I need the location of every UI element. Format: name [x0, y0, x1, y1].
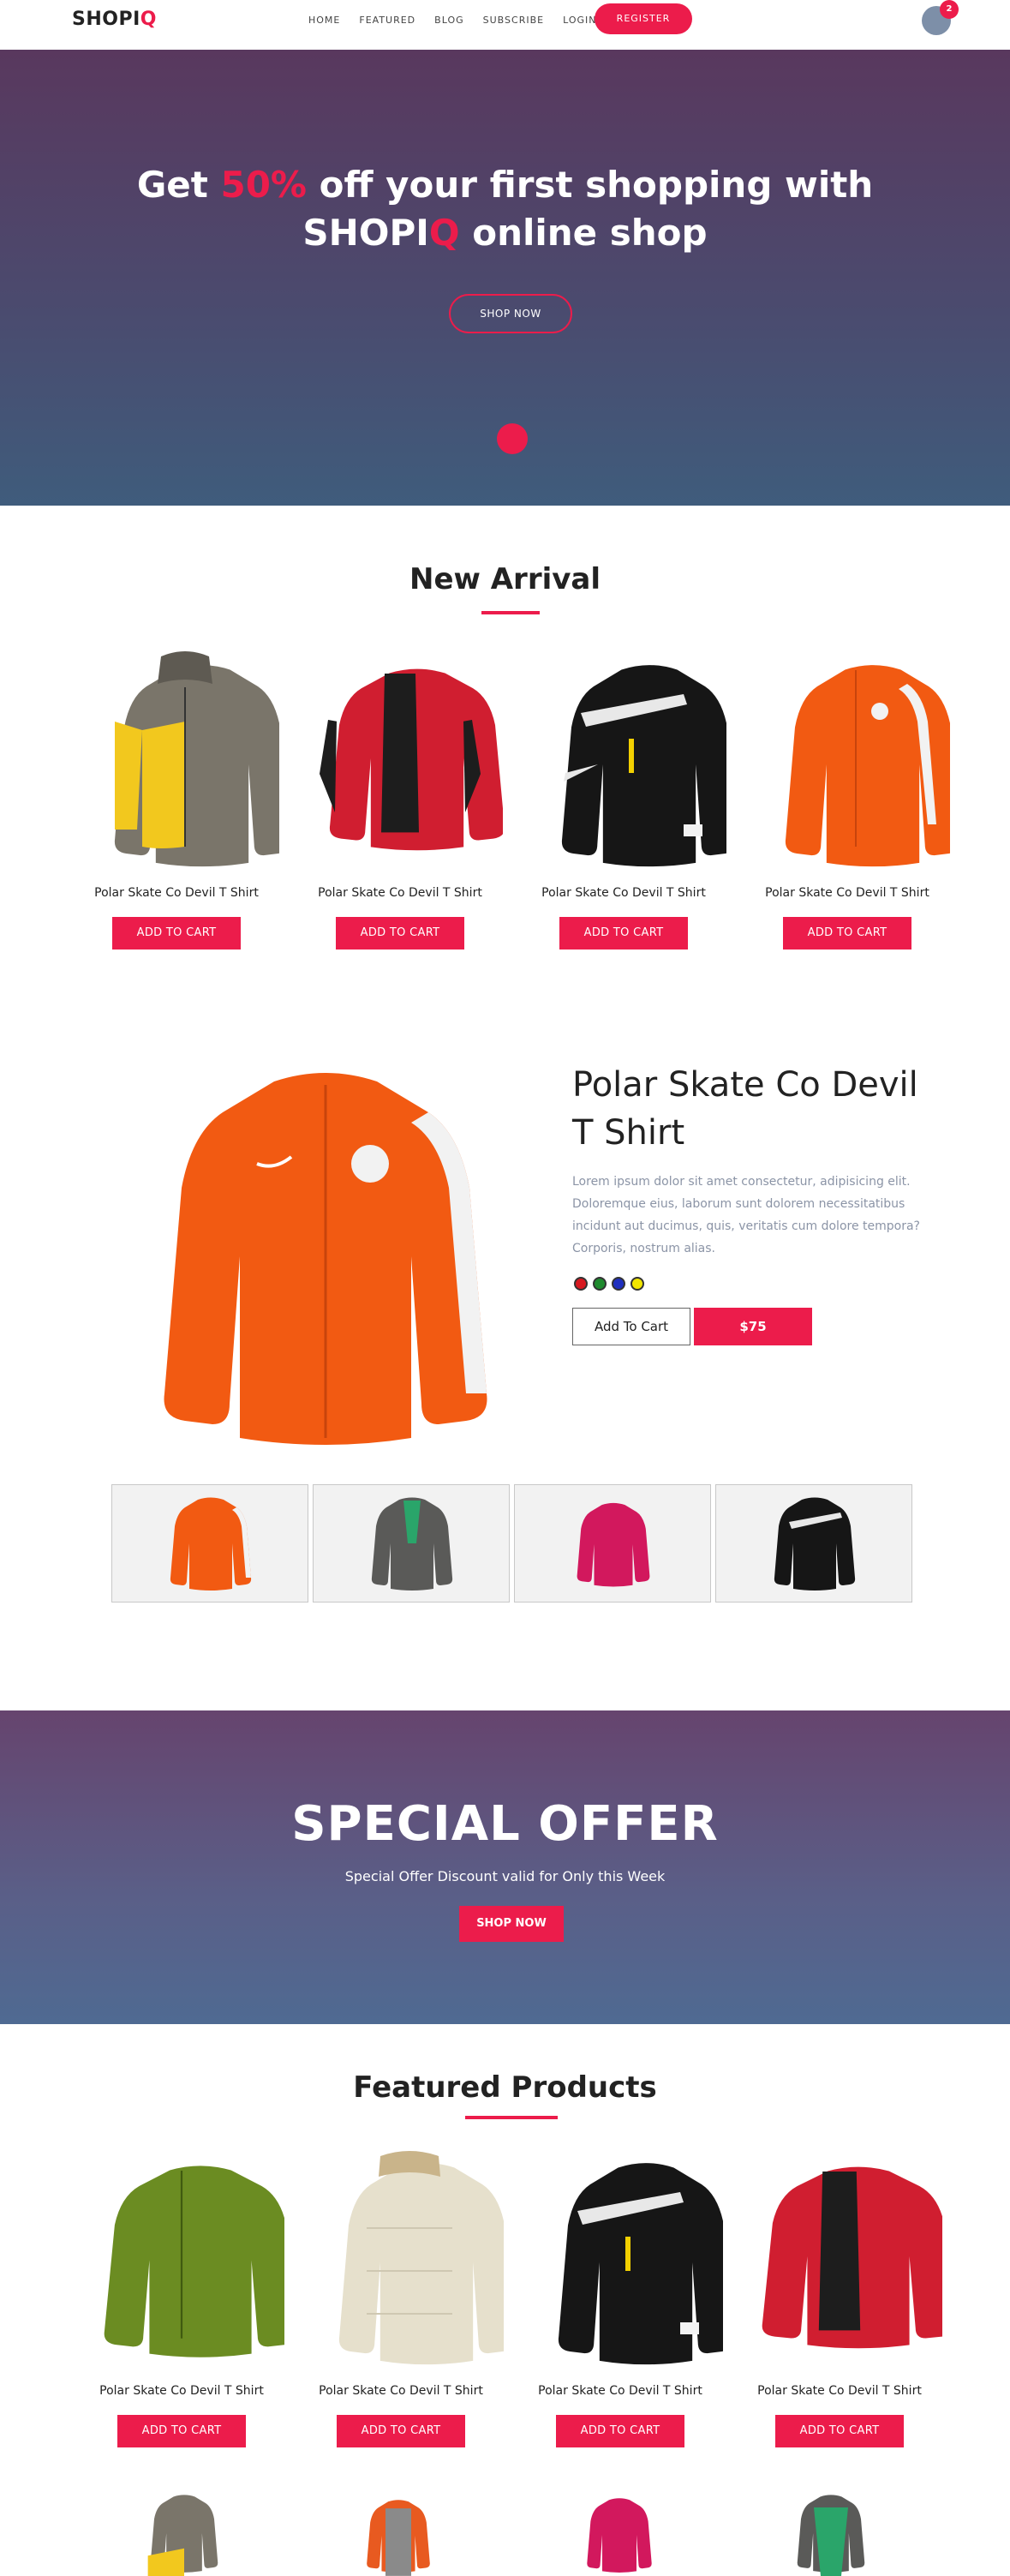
top-navbar: SHOPIQ HOME FEATURED BLOG SUBSCRIBE LOGI… — [0, 0, 1010, 50]
cream-puffer-jacket-image[interactable] — [298, 2142, 504, 2365]
add-to-cart-button[interactable]: ADD TO CART — [117, 2415, 246, 2447]
offer-title: SPECIAL OFFER — [291, 1796, 719, 1852]
add-to-cart-button[interactable]: ADD TO CART — [556, 2415, 684, 2447]
product-name[interactable]: Polar Skate Co Devil T Shirt — [79, 2384, 284, 2398]
nav-link-login[interactable]: LOGIN — [563, 14, 596, 27]
hero-shop-now-button[interactable]: SHOP NOW — [449, 294, 572, 333]
offer-subtitle: Special Offer Discount valid for Only th… — [344, 1868, 666, 1884]
black-white-track-jacket-image[interactable] — [521, 644, 726, 867]
special-offer-banner: SPECIAL OFFER Special Offer Discount val… — [0, 1710, 1010, 2024]
product-name[interactable]: Polar Skate Co Devil T Shirt — [517, 2384, 723, 2398]
product-name[interactable]: Polar Skate Co Devil T Shirt — [297, 886, 503, 900]
product-name[interactable]: Polar Skate Co Devil T Shirt — [298, 2384, 504, 2398]
color-swatch-green[interactable] — [593, 1277, 607, 1291]
slider-dot[interactable] — [497, 423, 528, 454]
thumbnail-pink-jacket[interactable] — [514, 1484, 711, 1603]
red-black-jacket-image[interactable] — [297, 644, 503, 867]
olive-green-jacket-image[interactable] — [79, 2142, 284, 2365]
color-swatch-red[interactable] — [574, 1277, 588, 1291]
product-name[interactable]: Polar Skate Co Devil T Shirt — [744, 886, 950, 900]
featured-products-title: Featured Products — [353, 2070, 657, 2105]
product-name[interactable]: Polar Skate Co Devil T Shirt — [74, 886, 279, 900]
add-to-cart-button[interactable]: ADD TO CART — [337, 2415, 465, 2447]
black-white-track-jacket-thumb-image — [768, 1492, 862, 1595]
grey-yellow-puffer-jacket-image[interactable] — [111, 2490, 257, 2576]
add-to-cart-button[interactable]: ADD TO CART — [336, 917, 464, 950]
thumbnail-grey-green-jacket[interactable] — [313, 1484, 510, 1603]
grey-green-jacket-image[interactable] — [745, 2490, 917, 2576]
section-underline — [481, 611, 540, 614]
nav-link-featured[interactable]: FEATURED — [359, 14, 415, 27]
add-to-cart-button[interactable]: ADD TO CART — [775, 2415, 904, 2447]
orange-grey-jacket-image[interactable] — [334, 2495, 463, 2576]
detail-main-image[interactable] — [137, 1051, 514, 1462]
cart-count-badge: 2 — [940, 0, 959, 19]
grey-yellow-puffer-jacket-image[interactable] — [74, 644, 279, 867]
thumbnail-black-jacket[interactable] — [715, 1484, 912, 1603]
product-name[interactable]: Polar Skate Co Devil T Shirt — [737, 2384, 942, 2398]
pink-fleece-jacket-thumb-image — [575, 1494, 652, 1595]
shop-logo[interactable]: SHOPIQ — [72, 9, 157, 30]
section-underline — [465, 2116, 558, 2119]
color-swatch-yellow[interactable] — [631, 1277, 644, 1291]
black-white-track-jacket-image[interactable] — [517, 2142, 723, 2365]
nav-link-home[interactable]: HOME — [308, 14, 340, 27]
add-to-cart-button[interactable]: ADD TO CART — [112, 917, 241, 950]
orange-jacket-thumb-image — [168, 1492, 254, 1595]
red-black-jacket-image[interactable] — [737, 2142, 942, 2365]
add-to-cart-button[interactable]: ADD TO CART — [559, 917, 688, 950]
register-button[interactable]: REGISTER — [595, 3, 692, 34]
hero-banner: Get 50% off your first shopping with SHO… — [0, 50, 1010, 506]
product-name[interactable]: Polar Skate Co Devil T Shirt — [521, 886, 726, 900]
grey-green-jacket-thumb-image — [361, 1492, 463, 1595]
detail-product-title: Polar Skate Co Devil T Shirt — [572, 1065, 918, 1153]
nav-links: HOME FEATURED BLOG SUBSCRIBE LOGIN — [308, 14, 596, 27]
detail-add-to-cart-button[interactable]: Add To Cart — [572, 1308, 690, 1345]
add-to-cart-button[interactable]: ADD TO CART — [783, 917, 911, 950]
nav-link-blog[interactable]: BLOG — [434, 14, 463, 27]
color-swatch-blue[interactable] — [612, 1277, 625, 1291]
new-arrival-title: New Arrival — [409, 562, 601, 596]
orange-track-jacket-image[interactable] — [744, 644, 950, 867]
nav-link-subscribe[interactable]: SUBSCRIBE — [483, 14, 544, 27]
hero-title: Get 50% off your first shopping with SHO… — [136, 164, 874, 254]
detail-price-button[interactable]: $75 — [694, 1308, 812, 1345]
offer-shop-now-button[interactable]: SHOP NOW — [459, 1906, 564, 1942]
thumbnail-orange-jacket[interactable] — [111, 1484, 308, 1603]
pink-fleece-jacket-image[interactable] — [555, 2494, 684, 2576]
detail-description: Lorem ipsum dolor sit amet consectetur, … — [572, 1175, 920, 1255]
